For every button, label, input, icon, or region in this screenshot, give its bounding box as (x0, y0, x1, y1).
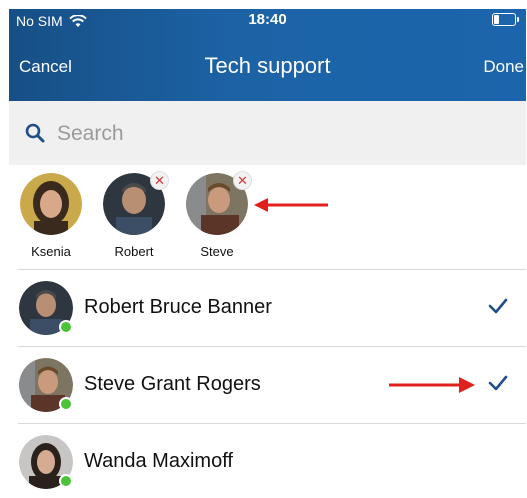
avatar (20, 173, 82, 235)
online-indicator (59, 320, 73, 334)
selected-chip-label: Ksenia (31, 244, 71, 259)
close-icon[interactable]: ✕ (150, 171, 169, 190)
list-item[interactable]: Robert Bruce Banner (9, 269, 526, 346)
battery-icon (492, 13, 519, 26)
avatar: ✕ (186, 171, 252, 235)
selected-chip-label: Robert (114, 244, 154, 259)
search-icon (25, 123, 45, 143)
list-item[interactable]: Wanda Maximoff (9, 423, 526, 498)
check-icon (488, 298, 508, 314)
contact-name: Steve Grant Rogers (84, 373, 261, 395)
contact-name: Robert Bruce Banner (84, 296, 272, 318)
navigation-header: No SIM 18:40 Cancel Tech support Done (9, 9, 526, 101)
selected-members: Ksenia ✕ Robert ✕ Steve (9, 165, 526, 269)
avatar: ✕ (103, 171, 169, 235)
contact-name: Wanda Maximoff (84, 450, 233, 472)
page-title: Tech support (204, 53, 331, 78)
search-input[interactable] (55, 117, 479, 151)
list-item[interactable]: Steve Grant Rogers (9, 346, 526, 423)
check-icon (488, 375, 508, 391)
search-bar (9, 101, 526, 165)
selected-chip-robert[interactable]: ✕ Robert (99, 171, 169, 259)
annotation-arrow (389, 377, 475, 393)
selected-chip-steve[interactable]: ✕ Steve (182, 171, 252, 259)
done-button[interactable]: Done (483, 57, 524, 77)
app-screen: No SIM 18:40 Cancel Tech support Done Se… (9, 9, 526, 498)
online-indicator (59, 474, 73, 488)
avatar-image (20, 173, 82, 235)
status-time: 18:40 (248, 11, 287, 28)
online-indicator (59, 397, 73, 411)
selected-chip-label: Steve (200, 244, 234, 259)
close-icon[interactable]: ✕ (233, 171, 252, 190)
selected-chip-ksenia[interactable]: Ksenia (16, 173, 86, 259)
annotation-arrow (254, 198, 328, 212)
